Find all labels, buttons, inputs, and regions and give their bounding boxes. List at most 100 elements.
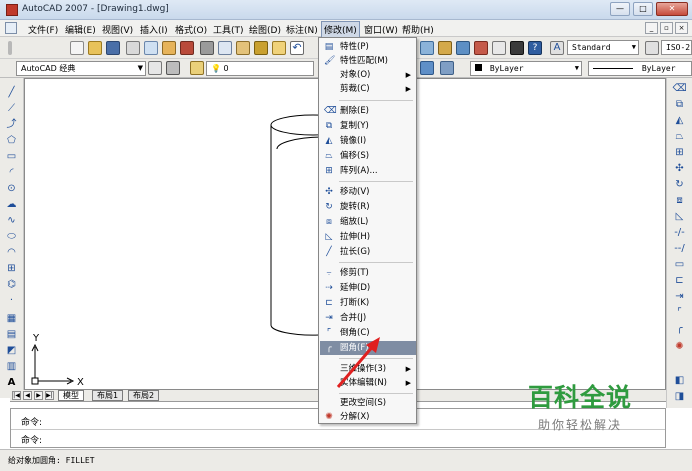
offset-icon[interactable]: ⏢ bbox=[673, 130, 686, 143]
menu-modify[interactable]: 修改(M) bbox=[321, 21, 360, 38]
layer-combo[interactable]: 💡 0 bbox=[206, 61, 314, 76]
menu-item-match-properties[interactable]: 🖌 特性匹配(M) bbox=[320, 54, 416, 68]
menu-item-offset[interactable]: ⏢ 偏移(S) bbox=[320, 149, 416, 163]
trim-icon[interactable]: -/- bbox=[673, 226, 686, 239]
chamfer-icon[interactable]: ⌜ bbox=[673, 306, 686, 319]
workspace-lock-icon[interactable] bbox=[166, 61, 180, 75]
make-block-icon[interactable]: ⌬ bbox=[5, 278, 18, 291]
mirror-icon[interactable]: ◭ bbox=[673, 114, 686, 127]
cut-icon[interactable] bbox=[200, 41, 214, 55]
insert-block-icon[interactable]: ⊞ bbox=[5, 262, 18, 275]
region-icon[interactable]: ◩ bbox=[5, 344, 18, 357]
open-file-icon[interactable] bbox=[88, 41, 102, 55]
layer-manager-icon[interactable] bbox=[190, 61, 204, 75]
menu-file[interactable]: 文件(F) bbox=[26, 22, 60, 37]
menu-item-scale[interactable]: ⧈ 缩放(L) bbox=[320, 215, 416, 229]
menu-item-lengthen[interactable]: ╱ 拉长(G) bbox=[320, 245, 416, 259]
menu-dimension[interactable]: 标注(N) bbox=[284, 22, 320, 37]
menu-edit[interactable]: 编辑(E) bbox=[63, 22, 98, 37]
menu-format[interactable]: 格式(O) bbox=[173, 22, 209, 37]
erase-icon[interactable]: ⌫ bbox=[672, 82, 686, 95]
scale-icon[interactable]: ⧈ bbox=[673, 194, 686, 207]
menu-insert[interactable]: 插入(I) bbox=[138, 22, 170, 37]
menu-item-copy[interactable]: ⧉ 复制(Y) bbox=[320, 119, 416, 133]
break-icon[interactable]: ⊏ bbox=[673, 274, 686, 287]
dim-style-combo[interactable]: ISO-2 bbox=[661, 40, 692, 55]
polyline-icon[interactable]: ⤴ bbox=[5, 118, 18, 131]
line-icon[interactable]: ╱ bbox=[5, 86, 18, 99]
match-prop-icon[interactable] bbox=[254, 41, 268, 55]
polygon-icon[interactable]: ⬠ bbox=[5, 134, 18, 147]
command-prompt-line[interactable]: 命令: bbox=[21, 433, 42, 446]
doc-restore-button[interactable]: ▫ bbox=[660, 22, 673, 34]
autocad-app-icon[interactable] bbox=[6, 4, 18, 16]
make-current-icon[interactable] bbox=[440, 61, 454, 75]
doc-minimize-button[interactable]: _ bbox=[645, 22, 658, 34]
workspace-combo[interactable]: AutoCAD 经典 ▼ bbox=[16, 61, 146, 76]
menu-item-explode[interactable]: ✺ 分解(X) bbox=[320, 410, 416, 424]
ellipse-arc-icon[interactable]: ◠ bbox=[5, 246, 18, 259]
tab-model[interactable]: 模型 bbox=[58, 390, 84, 401]
color-combo[interactable]: ByLayer ▼ bbox=[470, 61, 582, 76]
text-style-combo[interactable]: Standard ▼ bbox=[567, 40, 639, 55]
gradient-icon[interactable]: ▤ bbox=[5, 328, 18, 341]
explode-icon[interactable]: ✺ bbox=[673, 340, 686, 353]
copy-clip-icon[interactable] bbox=[218, 41, 232, 55]
calculator-icon[interactable] bbox=[510, 41, 524, 55]
construction-line-icon[interactable]: ⟋ bbox=[5, 102, 18, 115]
extend-icon[interactable]: --/ bbox=[673, 242, 686, 255]
revision-cloud-icon[interactable]: ☁ bbox=[5, 198, 18, 211]
dim-style-icon[interactable] bbox=[645, 41, 659, 55]
paste-icon[interactable] bbox=[236, 41, 250, 55]
menu-item-change-space[interactable]: 更改空间(S) bbox=[320, 396, 416, 410]
next-tab-icon[interactable]: ▶ bbox=[34, 391, 43, 400]
first-tab-icon[interactable]: |◀ bbox=[12, 391, 21, 400]
stretch-icon[interactable]: ◺ bbox=[673, 210, 686, 223]
block-editor-icon[interactable] bbox=[272, 41, 286, 55]
menu-view[interactable]: 视图(V) bbox=[100, 22, 135, 37]
menu-item-array[interactable]: ⊞ 阵列(A)... bbox=[320, 164, 416, 178]
tab-layout1[interactable]: 布局1 bbox=[92, 390, 124, 401]
menu-item-object[interactable]: 对象(O) ▶ bbox=[320, 68, 416, 82]
rotate-icon[interactable]: ↻ bbox=[673, 178, 686, 191]
doc-close-button[interactable]: × bbox=[675, 22, 688, 34]
point-icon[interactable]: · bbox=[5, 294, 18, 307]
document-icon[interactable] bbox=[5, 22, 17, 34]
prev-tab-icon[interactable]: ◀ bbox=[23, 391, 32, 400]
menu-item-join[interactable]: ⇥ 合并(J) bbox=[320, 311, 416, 325]
sheet-set-icon[interactable] bbox=[474, 41, 488, 55]
spline-icon[interactable]: ∿ bbox=[5, 214, 18, 227]
text-style-icon[interactable]: A bbox=[550, 41, 564, 55]
tool-palettes-icon[interactable] bbox=[456, 41, 470, 55]
copy-icon[interactable]: ⧉ bbox=[673, 98, 686, 111]
3d-dwf-icon[interactable] bbox=[180, 41, 194, 55]
undo-icon[interactable]: ↶ bbox=[290, 41, 304, 55]
menu-help[interactable]: 帮助(H) bbox=[400, 22, 436, 37]
toolbar-grip-icon[interactable] bbox=[8, 41, 12, 55]
arc-icon[interactable]: ◜ bbox=[5, 166, 18, 179]
break-at-point-icon[interactable]: ▭ bbox=[673, 258, 686, 271]
draw-order-icon[interactable]: ◧ bbox=[673, 374, 686, 387]
menu-item-clip[interactable]: 剪裁(C) ▶ bbox=[320, 82, 416, 96]
help-icon[interactable]: ? bbox=[528, 41, 542, 55]
menu-item-properties[interactable]: ▤ 特性(P) bbox=[320, 40, 416, 54]
markup-icon[interactable] bbox=[492, 41, 506, 55]
workspace-settings-icon[interactable] bbox=[148, 61, 162, 75]
menu-item-rotate[interactable]: ↻ 旋转(R) bbox=[320, 200, 416, 214]
properties-palette-icon[interactable] bbox=[420, 41, 434, 55]
minimize-button[interactable]: — bbox=[610, 2, 630, 16]
table-icon[interactable]: ▥ bbox=[5, 360, 18, 373]
design-center-icon[interactable] bbox=[438, 41, 452, 55]
array-icon[interactable]: ⊞ bbox=[673, 146, 686, 159]
menu-item-erase[interactable]: ⌫ 删除(E) bbox=[320, 104, 416, 118]
join-icon[interactable]: ⇥ bbox=[673, 290, 686, 303]
tab-layout2[interactable]: 布局2 bbox=[128, 390, 160, 401]
menu-item-move[interactable]: ✣ 移动(V) bbox=[320, 185, 416, 199]
draw-order-back-icon[interactable]: ◨ bbox=[673, 390, 686, 403]
multiline-text-icon[interactable]: A bbox=[5, 376, 18, 389]
linetype-combo[interactable]: ByLayer bbox=[588, 61, 692, 76]
last-tab-icon[interactable]: ▶| bbox=[45, 391, 54, 400]
menu-item-stretch[interactable]: ◺ 拉伸(H) bbox=[320, 230, 416, 244]
publish-icon[interactable] bbox=[162, 41, 176, 55]
new-file-icon[interactable] bbox=[70, 41, 84, 55]
